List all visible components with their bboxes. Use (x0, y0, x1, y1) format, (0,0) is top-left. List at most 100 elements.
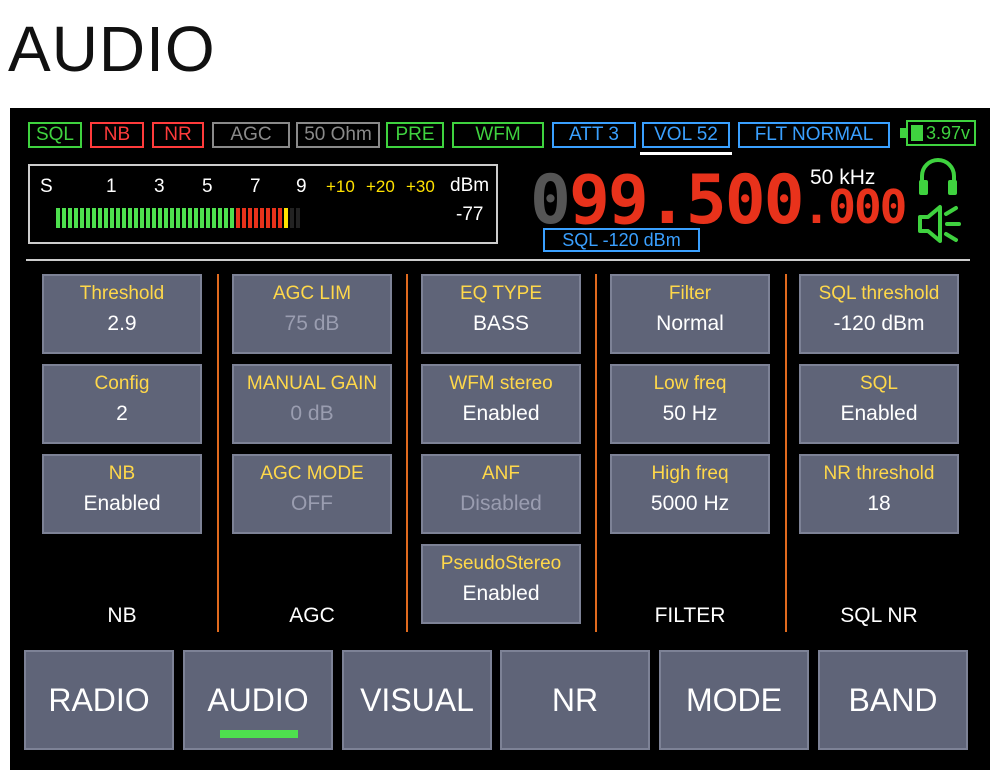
param-agc-lim[interactable]: AGC LIM 75 dB (232, 274, 392, 354)
param-label: AGC LIM (272, 283, 352, 304)
param-value: BASS (472, 312, 530, 335)
divider (26, 259, 970, 261)
param-label: Config (94, 373, 150, 394)
s-meter-bar (230, 208, 234, 228)
tab-label: MODE (686, 682, 782, 718)
param-pseudo-stereo[interactable]: PseudoStereo Enabled (421, 544, 581, 624)
tab-radio[interactable]: RADIO (24, 650, 174, 750)
status-tag-impedance[interactable]: 50 Ohm (296, 122, 380, 148)
param-high-freq[interactable]: High freq 5000 Hz (610, 454, 770, 534)
param-low-freq[interactable]: Low freq 50 Hz (610, 364, 770, 444)
s-meter-bar (188, 208, 192, 228)
s-meter-bar (206, 208, 210, 228)
s-meter-bar (284, 208, 288, 228)
s-meter-bar (164, 208, 168, 228)
param-label: AGC MODE (260, 463, 364, 484)
param-sql[interactable]: SQL Enabled (799, 364, 959, 444)
param-label: NB (108, 463, 136, 484)
status-tag-filter[interactable]: FLT NORMAL (738, 122, 890, 148)
param-sql-threshold[interactable]: SQL threshold -120 dBm (799, 274, 959, 354)
tab-label: NR (551, 682, 599, 718)
param-value: 18 (867, 492, 891, 515)
s-meter-scale-label: 3 (154, 176, 165, 197)
s-meter-bar (254, 208, 258, 228)
param-nb-enable[interactable]: NB Enabled (42, 454, 202, 534)
param-value: Disabled (460, 492, 542, 515)
status-tag-vol[interactable]: VOL 52 (642, 122, 730, 148)
s-meter-bar (158, 208, 162, 228)
s-meter-scale-label: +10 (326, 177, 355, 196)
s-meter-scale-label: S (40, 176, 53, 197)
s-meter-bar (146, 208, 150, 228)
speaker-icon[interactable] (916, 202, 962, 246)
page-title: AUDIO (8, 13, 216, 85)
param-manual-gain[interactable]: MANUAL GAIN 0 dB (232, 364, 392, 444)
tab-mode[interactable]: MODE (659, 650, 809, 750)
status-tag-agc[interactable]: AGC (212, 122, 290, 148)
param-value: Enabled (462, 402, 540, 425)
param-label: NR threshold (823, 463, 935, 484)
status-tag-wfm[interactable]: WFM (452, 122, 544, 148)
param-label: MANUAL GAIN (246, 373, 378, 394)
s-meter-bar (236, 208, 240, 228)
sql-level: SQL -120 dBm (543, 228, 700, 252)
s-meter-bar (248, 208, 252, 228)
param-value: Enabled (83, 492, 161, 515)
param-eq-type[interactable]: EQ TYPE BASS (421, 274, 581, 354)
tab-band[interactable]: BAND (818, 650, 968, 750)
s-meter-bar (92, 208, 96, 228)
param-label: Filter (668, 283, 712, 304)
s-meter-bar (56, 208, 60, 228)
headphones-icon[interactable] (916, 156, 960, 198)
param-value: 2 (116, 402, 128, 425)
tab-label: BAND (848, 682, 938, 718)
s-meter-bar (224, 208, 228, 228)
param-label: SQL (859, 373, 899, 394)
param-agc-mode[interactable]: AGC MODE OFF (232, 454, 392, 534)
s-meter-bar (110, 208, 114, 228)
group-label-nb: NB (107, 604, 137, 627)
status-tag-pre[interactable]: PRE (386, 122, 444, 148)
tab-audio[interactable]: AUDIO (183, 650, 333, 750)
battery-icon (911, 125, 923, 141)
param-label: Threshold (79, 283, 165, 304)
param-anf[interactable]: ANF Disabled (421, 454, 581, 534)
active-tab-indicator (220, 730, 298, 738)
group-label-filter: FILTER (654, 604, 726, 627)
vol-selected-underline (640, 152, 732, 155)
tuning-step[interactable]: 50 kHz (810, 166, 875, 190)
tab-nr[interactable]: NR (500, 650, 650, 750)
param-value: 2.9 (107, 312, 137, 335)
param-label: EQ TYPE (459, 283, 542, 304)
param-nr-threshold[interactable]: NR threshold 18 (799, 454, 959, 534)
s-meter-bars (56, 208, 300, 228)
tab-label: AUDIO (207, 682, 309, 718)
s-meter-bar (272, 208, 276, 228)
param-filter[interactable]: Filter Normal (610, 274, 770, 354)
s-meter-bar (128, 208, 132, 228)
s-meter-bar (200, 208, 204, 228)
column-separator (406, 274, 408, 632)
status-tag-nb[interactable]: NB (90, 122, 144, 148)
status-tag-nr[interactable]: NR (152, 122, 204, 148)
s-meter-bar (218, 208, 222, 228)
s-meter-scale-label: 7 (250, 176, 261, 197)
s-meter-scale-label: 9 (296, 176, 307, 197)
param-label: SQL threshold (818, 283, 940, 304)
param-nb-threshold[interactable]: Threshold 2.9 (42, 274, 202, 354)
s-meter-bar (140, 208, 144, 228)
column-separator (785, 274, 787, 632)
status-tag-sql[interactable]: SQL (28, 122, 82, 148)
param-wfm-stereo[interactable]: WFM stereo Enabled (421, 364, 581, 444)
s-meter-bar (278, 208, 282, 228)
param-value: Normal (656, 312, 724, 335)
s-meter-bar (296, 208, 300, 228)
battery-voltage: 3.97v (926, 123, 971, 143)
s-meter-scale-label: 1 (106, 176, 117, 197)
status-tag-att[interactable]: ATT 3 (552, 122, 636, 148)
s-meter-bar (80, 208, 84, 228)
tab-visual[interactable]: VISUAL (342, 650, 492, 750)
param-nb-config[interactable]: Config 2 (42, 364, 202, 444)
group-label-sql-nr: SQL NR (840, 604, 918, 627)
s-meter-bar (74, 208, 78, 228)
